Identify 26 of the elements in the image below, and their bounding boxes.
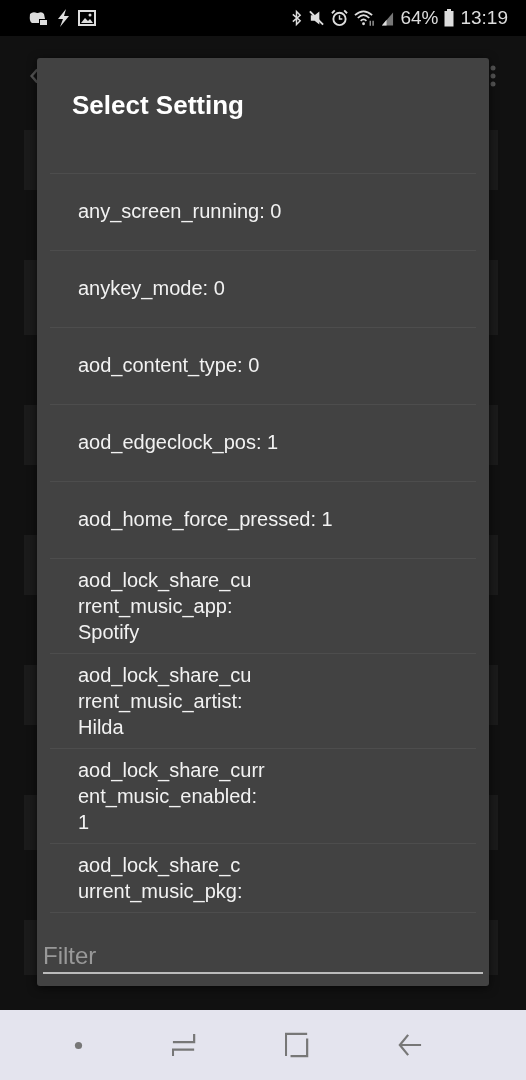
home-icon[interactable] bbox=[284, 1032, 309, 1058]
recents-icon[interactable] bbox=[172, 1032, 197, 1058]
dot-icon[interactable] bbox=[74, 1040, 84, 1050]
battery-percent: 64% bbox=[400, 7, 439, 29]
overflow-menu-icon[interactable] bbox=[490, 65, 496, 87]
clock-time: 13:19 bbox=[460, 7, 508, 29]
setting-item[interactable]: any_screen_running: 0 bbox=[50, 174, 476, 251]
image-icon bbox=[78, 10, 96, 26]
setting-item[interactable]: aod_home_force_pressed: 1 bbox=[50, 482, 476, 559]
setting-item[interactable]: aod_lock_share_cu rrent_music_artist: Hilda bbox=[50, 654, 476, 749]
setting-item[interactable]: aod_lock_share_c urrent_music_pkg: bbox=[50, 844, 476, 913]
setting-item[interactable]: aod_lock_share_cu rrent_music_app: Spotify bbox=[50, 559, 476, 654]
setting-item[interactable]: aod_edgeclock_pos: 1 bbox=[50, 405, 476, 482]
back-icon[interactable] bbox=[397, 1032, 422, 1058]
setting-item[interactable]: aod_lock_share_curr ent_music_enabled: 1 bbox=[50, 749, 476, 844]
battery-icon bbox=[444, 9, 455, 27]
alarm-clock-icon bbox=[331, 9, 349, 27]
filter-field[interactable]: Filter bbox=[43, 938, 483, 974]
dialog-title: Select Setting bbox=[71, 89, 245, 122]
muted-speaker-icon bbox=[308, 9, 326, 27]
setting-item[interactable]: aod_content_type: 0 bbox=[50, 328, 476, 405]
signal-icon bbox=[381, 10, 395, 26]
wifi-icon bbox=[354, 9, 376, 27]
lightning-icon bbox=[56, 9, 70, 27]
setting-item[interactable]: anykey_mode: 0 bbox=[50, 251, 476, 328]
bluetooth-icon bbox=[291, 9, 303, 27]
